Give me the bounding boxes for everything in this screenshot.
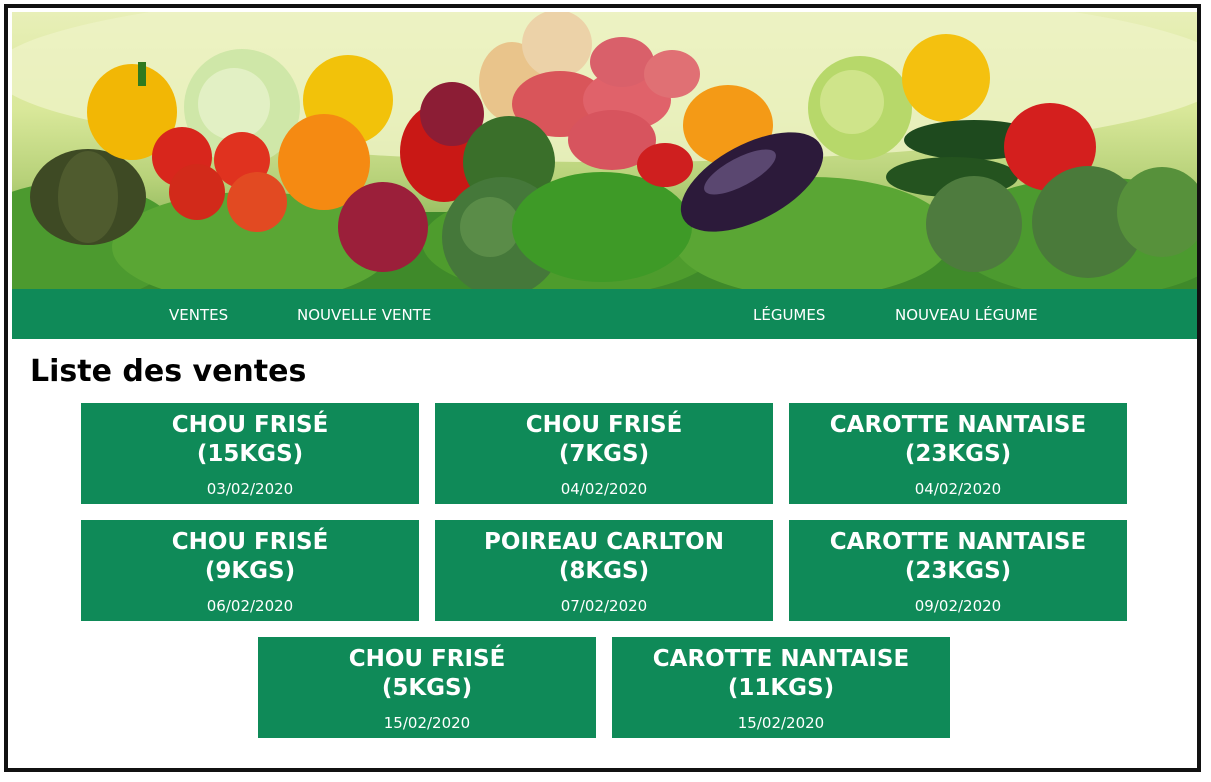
sale-quantity: (23KGS) [904,441,1012,467]
sale-date: 04/02/2020 [560,480,648,498]
sale-date: 07/02/2020 [560,597,648,615]
sale-quantity: (11KGS) [727,675,835,701]
page-title: Liste des ventes [30,354,307,389]
sale-card[interactable]: CAROTTE NANTAISE (11KGS) 15/02/2020 [612,637,950,738]
main-navbar: VENTES NOUVELLE VENTE LÉGUMES NOUVEAU LÉ… [12,289,1197,339]
sale-quantity: (5KGS) [381,675,473,701]
vegetables-illustration [12,12,1197,289]
nav-legumes-link[interactable]: LÉGUMES [753,289,825,339]
sale-vegetable-name: CAROTTE NANTAISE [829,412,1087,438]
sale-card[interactable]: CAROTTE NANTAISE (23KGS) 09/02/2020 [789,520,1127,621]
sale-quantity: (7KGS) [558,441,650,467]
sale-card[interactable]: CHOU FRISÉ (7KGS) 04/02/2020 [435,403,773,504]
sale-date: 03/02/2020 [206,480,294,498]
sale-vegetable-name: CHOU FRISÉ [171,529,329,555]
sale-card[interactable]: CHOU FRISÉ (9KGS) 06/02/2020 [81,520,419,621]
sale-date: 06/02/2020 [206,597,294,615]
sale-vegetable-name: CHOU FRISÉ [525,412,683,438]
sale-vegetable-name: CAROTTE NANTAISE [652,646,910,672]
sale-card[interactable]: CAROTTE NANTAISE (23KGS) 04/02/2020 [789,403,1127,504]
sale-quantity: (15KGS) [196,441,304,467]
sale-quantity: (9KGS) [204,558,296,584]
sale-card[interactable]: POIREAU CARLTON (8KGS) 07/02/2020 [435,520,773,621]
sale-vegetable-name: CHOU FRISÉ [348,646,506,672]
sale-quantity: (23KGS) [904,558,1012,584]
sale-date: 15/02/2020 [737,714,825,732]
sale-date: 15/02/2020 [383,714,471,732]
sale-date: 04/02/2020 [914,480,1002,498]
app-frame: VENTES NOUVELLE VENTE LÉGUMES NOUVEAU LÉ… [4,4,1201,772]
sale-quantity: (8KGS) [558,558,650,584]
sale-card[interactable]: CHOU FRISÉ (5KGS) 15/02/2020 [258,637,596,738]
nav-nouveau-legume-link[interactable]: NOUVEAU LÉGUME [895,289,1038,339]
sale-date: 09/02/2020 [914,597,1002,615]
sale-vegetable-name: POIREAU CARLTON [484,529,724,555]
sale-card[interactable]: CHOU FRISÉ (15KGS) 03/02/2020 [81,403,419,504]
vegetables-banner-image [12,12,1197,289]
nav-ventes-link[interactable]: VENTES [169,289,228,339]
sale-vegetable-name: CAROTTE NANTAISE [829,529,1087,555]
sale-vegetable-name: CHOU FRISÉ [171,412,329,438]
nav-nouvelle-vente-link[interactable]: NOUVELLE VENTE [297,289,431,339]
